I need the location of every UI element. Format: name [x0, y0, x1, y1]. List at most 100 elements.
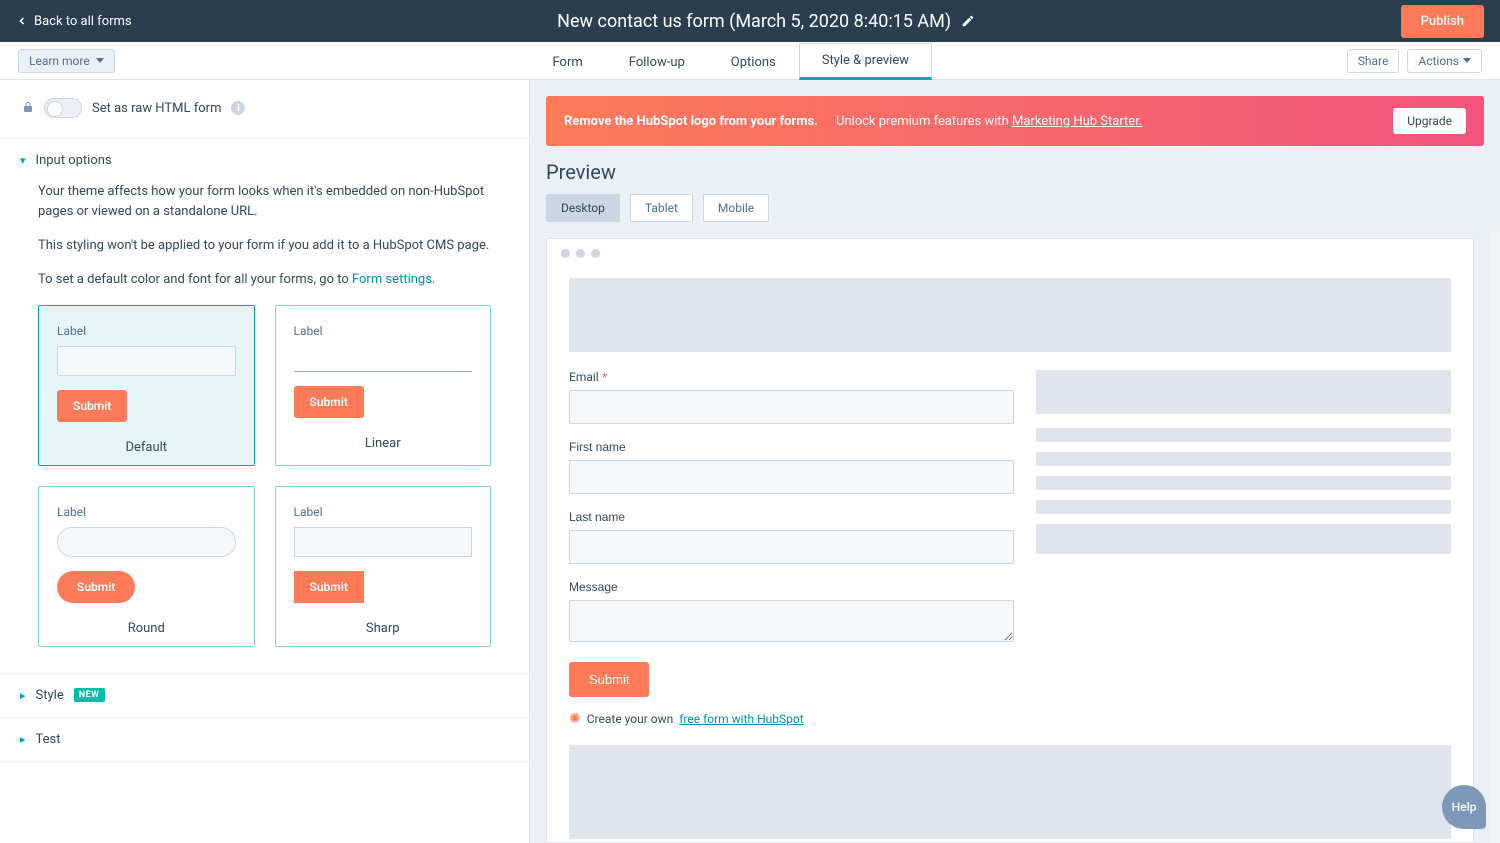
actions-label: Actions — [1418, 54, 1459, 68]
preview-submit-button[interactable]: Submit — [569, 662, 649, 697]
field-label-message: Message — [569, 580, 1014, 594]
page-title: New contact us form (March 5, 2020 8:40:… — [557, 11, 951, 32]
help-text-3-prefix: To set a default color and font for all … — [38, 272, 352, 287]
actions-button[interactable]: Actions — [1407, 49, 1482, 73]
device-tab-mobile[interactable]: Mobile — [703, 194, 769, 222]
tab-form[interactable]: Form — [529, 43, 605, 80]
form-settings-link[interactable]: Form settings. — [352, 272, 435, 287]
section-body-input-options: Your theme affects how your form looks w… — [0, 182, 529, 673]
preview-form: Email * First name Last name Message Sub… — [569, 370, 1014, 727]
chevron-left-icon — [16, 15, 28, 27]
required-mark: * — [602, 370, 607, 384]
tab-options[interactable]: Options — [708, 43, 799, 80]
edit-title-icon[interactable] — [961, 14, 975, 28]
placeholder-sidebar — [1036, 370, 1451, 727]
field-label-email: Email * — [569, 370, 1014, 384]
field-label-text: Email — [569, 370, 599, 384]
theme-label: Label — [294, 505, 473, 519]
section-title: Style — [36, 688, 64, 703]
raw-html-toggle[interactable] — [44, 98, 82, 118]
chevron-right-icon: ▸ — [20, 689, 26, 702]
tab-style-preview[interactable]: Style & preview — [799, 43, 932, 80]
theme-sample-submit: Submit — [57, 571, 135, 603]
theme-card-linear[interactable]: Label Submit Linear — [275, 305, 492, 466]
browser-frame: Email * First name Last name Message Sub… — [546, 238, 1474, 843]
placeholder-line — [1036, 370, 1451, 414]
help-fab[interactable]: Help — [1442, 785, 1486, 829]
placeholder-line — [1036, 500, 1451, 514]
theme-label: Label — [294, 324, 473, 338]
dot-icon — [561, 249, 570, 258]
firstname-field[interactable] — [569, 460, 1014, 494]
publish-button[interactable]: Publish — [1401, 5, 1484, 38]
theme-name: Linear — [294, 436, 473, 451]
section-header-input-options[interactable]: ▾ Input options — [0, 139, 529, 182]
field-label-lastname: Last name — [569, 510, 1014, 524]
credit-link[interactable]: free form with HubSpot — [679, 712, 803, 726]
theme-name: Round — [57, 621, 236, 636]
device-tab-tablet[interactable]: Tablet — [630, 194, 693, 222]
back-to-forms-link[interactable]: Back to all forms — [16, 14, 132, 29]
section-test: ▸ Test — [0, 718, 529, 762]
new-badge: NEW — [74, 688, 105, 702]
tab-follow-up[interactable]: Follow-up — [606, 43, 708, 80]
main: Set as raw HTML form i ▾ Input options Y… — [0, 80, 1500, 843]
upgrade-button[interactable]: Upgrade — [1393, 108, 1466, 134]
help-text-1: Your theme affects how your form looks w… — [38, 182, 491, 222]
share-button[interactable]: Share — [1347, 49, 1400, 73]
theme-sample-input — [57, 346, 236, 376]
placeholder-line — [1036, 476, 1451, 490]
lastname-field[interactable] — [569, 530, 1014, 564]
dot-icon — [576, 249, 585, 258]
section-style: ▸ Style NEW — [0, 674, 529, 718]
field-label-firstname: First name — [569, 440, 1014, 454]
email-field[interactable] — [569, 390, 1014, 424]
lock-icon — [22, 101, 34, 116]
back-label: Back to all forms — [34, 14, 132, 29]
placeholder-line — [1036, 452, 1451, 466]
device-tab-desktop[interactable]: Desktop — [546, 194, 620, 222]
chevron-down-icon: ▾ — [20, 154, 26, 167]
theme-card-default[interactable]: Label Submit Default — [38, 305, 255, 466]
theme-sample-input — [294, 346, 473, 372]
theme-name: Default — [57, 440, 236, 455]
caret-down-icon — [1463, 58, 1471, 63]
section-title: Test — [36, 732, 61, 747]
credit-prefix: Create your own — [587, 712, 674, 726]
section-header-test[interactable]: ▸ Test — [0, 718, 529, 761]
sidebar: Set as raw HTML form i ▾ Input options Y… — [0, 80, 530, 843]
learn-more-button[interactable]: Learn more — [18, 49, 115, 73]
message-field[interactable] — [569, 600, 1014, 642]
device-tabs: Desktop Tablet Mobile — [530, 194, 1500, 232]
section-header-style[interactable]: ▸ Style NEW — [0, 674, 529, 717]
preview-scrollbar[interactable] — [1490, 232, 1500, 843]
dot-icon — [591, 249, 600, 258]
placeholder-line — [1036, 524, 1451, 554]
theme-name: Sharp — [294, 621, 473, 636]
caret-down-icon — [96, 58, 104, 63]
theme-sample-input — [294, 527, 473, 557]
theme-label: Label — [57, 324, 236, 338]
info-icon[interactable]: i — [231, 101, 245, 115]
section-input-options: ▾ Input options Your theme affects how y… — [0, 139, 529, 674]
help-text-2: This styling won't be applied to your fo… — [38, 236, 491, 256]
promo-link[interactable]: Marketing Hub Starter. — [1012, 114, 1142, 129]
promo-banner: Remove the HubSpot logo from your forms.… — [546, 96, 1484, 146]
placeholder-banner — [569, 278, 1451, 352]
hubspot-sprocket-icon: ✺ — [569, 711, 581, 727]
theme-card-round[interactable]: Label Submit Round — [38, 486, 255, 647]
placeholder-line — [1036, 428, 1451, 442]
browser-dots — [547, 239, 1473, 268]
promo-bold: Remove the HubSpot logo from your forms. — [564, 114, 818, 129]
hubspot-credit: ✺ Create your own free form with HubSpot — [569, 711, 1014, 727]
page-title-wrap: New contact us form (March 5, 2020 8:40:… — [557, 11, 975, 32]
chevron-right-icon: ▸ — [20, 733, 26, 746]
section-title: Input options — [36, 153, 112, 168]
placeholder-footer — [569, 745, 1451, 839]
raw-html-row: Set as raw HTML form i — [0, 80, 529, 139]
main-tabs: Form Follow-up Options Style & preview — [529, 42, 932, 79]
topbar: Back to all forms New contact us form (M… — [0, 0, 1500, 42]
theme-card-sharp[interactable]: Label Submit Sharp — [275, 486, 492, 647]
theme-grid: Label Submit Default Label Submit Linear… — [38, 305, 491, 647]
promo-text-prefix: Unlock premium features with — [836, 114, 1012, 129]
